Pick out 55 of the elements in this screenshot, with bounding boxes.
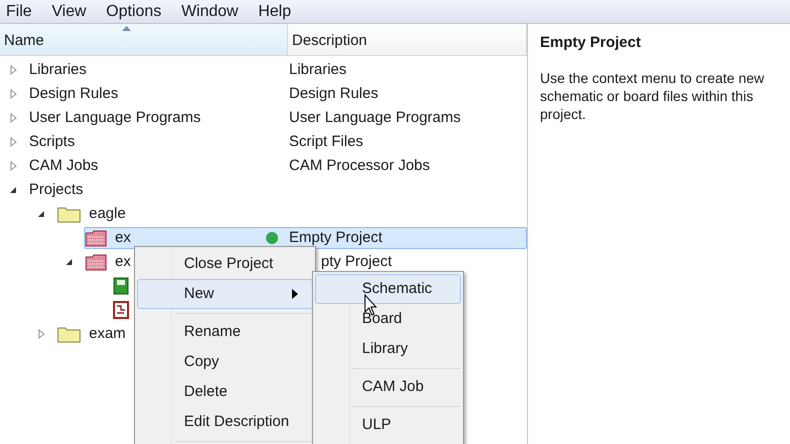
sort-caret-icon: [122, 26, 131, 31]
tree-item-description: User Language Programs: [289, 108, 461, 128]
tree-item-description: Script Files: [289, 132, 364, 152]
menu-item[interactable]: Library: [315, 334, 461, 364]
menu-item[interactable]: Copy: [137, 347, 313, 377]
submenu-arrow-icon: [292, 289, 298, 299]
collapse-arrow-icon[interactable]: [36, 209, 46, 219]
expand-arrow-icon[interactable]: [8, 65, 18, 75]
tree-item-label: Design Rules: [29, 84, 118, 104]
tree-item-label: eagle: [89, 204, 126, 224]
menu-bar-item[interactable]: Window: [181, 0, 238, 24]
menu-bar-item[interactable]: Help: [258, 0, 292, 24]
project-icon: [85, 229, 107, 247]
board-file-icon: [113, 301, 129, 319]
expand-arrow-icon[interactable]: [8, 161, 18, 171]
project-icon: [85, 253, 107, 271]
collapse-arrow-icon[interactable]: [8, 185, 18, 195]
tree-item-description: Design Rules: [289, 84, 378, 104]
menu-item[interactable]: Board: [315, 304, 461, 334]
column-header[interactable]: Name: [0, 24, 288, 55]
expand-arrow-icon[interactable]: [8, 113, 18, 123]
expand-arrow-icon[interactable]: [8, 137, 18, 147]
tree-row[interactable]: ex Empty Project: [84, 227, 527, 249]
schematic-file-icon: [113, 277, 129, 295]
folder-icon: [57, 325, 81, 343]
menu-item[interactable]: Schematic: [315, 274, 461, 304]
tree-item-label: User Language Programs: [29, 108, 201, 128]
menu-item[interactable]: Close Project: [137, 249, 313, 279]
tree-item-description: pty Project: [321, 252, 392, 272]
folder-icon: [57, 205, 81, 223]
tree-item-label: exam: [89, 324, 126, 344]
tree-item-label: CAM Jobs: [29, 156, 98, 176]
tree-item-description: CAM Processor Jobs: [289, 156, 430, 176]
column-header[interactable]: Description: [288, 24, 527, 55]
menu-bar-item[interactable]: Options: [106, 0, 162, 24]
menu-item[interactable]: Delete: [137, 377, 313, 407]
menu-bar-item[interactable]: View: [52, 0, 86, 24]
collapse-arrow-icon[interactable]: [64, 257, 74, 267]
expand-arrow-icon[interactable]: [8, 89, 18, 99]
tree-item-label: ex: [115, 252, 131, 272]
tree-item-label: ex: [115, 228, 131, 248]
menu-bar-item[interactable]: File: [6, 0, 32, 24]
menu-item[interactable]: ULP: [315, 410, 461, 440]
menu-item[interactable]: New: [137, 279, 313, 309]
tree-item-description: Empty Project: [289, 228, 382, 248]
tree-item-description: Libraries: [289, 60, 347, 80]
menu-item[interactable]: Rename: [137, 317, 313, 347]
info-text: Use the context menu to create new schematic or board files within this project.: [540, 68, 766, 122]
menu-item[interactable]: CAM Job: [315, 372, 461, 402]
tree-item-label: Projects: [29, 180, 84, 200]
expand-arrow-icon[interactable]: [36, 329, 46, 339]
menu-item[interactable]: Edit Description: [137, 407, 313, 437]
info-title: Empty Project: [540, 33, 642, 53]
tree-item-label: Scripts: [29, 132, 75, 152]
tree-item-label: Libraries: [29, 60, 87, 80]
